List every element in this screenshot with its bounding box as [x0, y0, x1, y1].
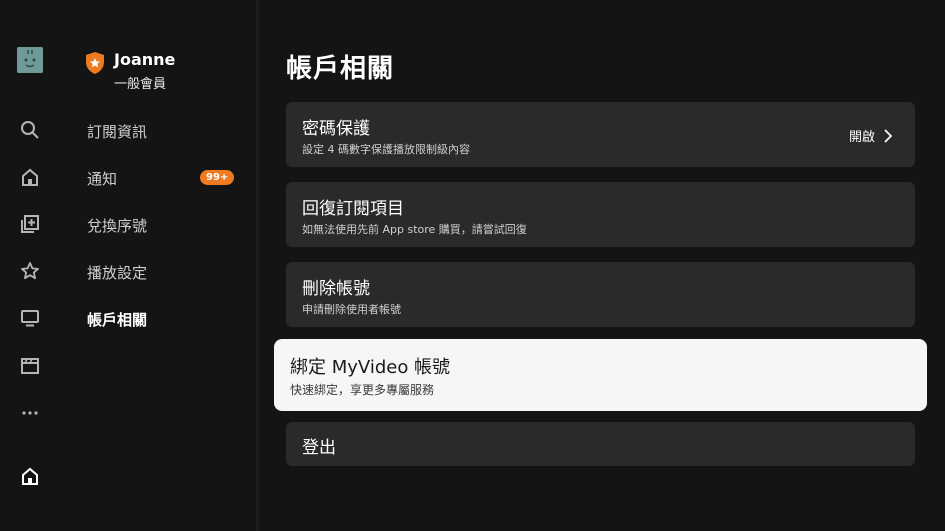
password-protection-action[interactable]: 開啟 [849, 126, 893, 145]
page-title: 帳戶相關 [286, 54, 395, 84]
card-description: 設定 4 碼數字保護播放限制級內容 [302, 143, 470, 156]
menu-item-notifications[interactable]: 通知 [87, 168, 117, 189]
tv-icon[interactable] [17, 305, 43, 331]
link-myvideo-card[interactable]: 綁定 MyVideo 帳號 快速綁定，享更多專屬服務 [274, 339, 927, 411]
card-title: 綁定 MyVideo 帳號 [290, 357, 451, 378]
home-small-icon[interactable] [17, 463, 43, 489]
card-title: 登出 [302, 438, 336, 458]
menu-item-playback-settings[interactable]: 播放設定 [87, 262, 147, 283]
menu-item-account[interactable]: 帳戶相關 [87, 309, 147, 330]
card-description: 快速綁定，享更多專屬服務 [290, 383, 435, 397]
card-description: 申請刪除使用者帳號 [302, 303, 401, 316]
avatar-icon[interactable] [17, 47, 43, 73]
action-label: 開啟 [848, 130, 875, 145]
logout-card[interactable]: 登出 [286, 422, 915, 466]
icon-rail [0, 0, 60, 531]
card-title: 密碼保護 [302, 119, 370, 139]
restore-subscription-card[interactable]: 回復訂閱項目 如無法使用先前 App store 購買，請嘗試回復 [286, 182, 915, 247]
search-icon[interactable] [17, 117, 43, 143]
home-icon[interactable] [17, 164, 43, 190]
menu-item-subscription[interactable]: 訂閱資訊 [87, 121, 147, 142]
star-icon[interactable] [17, 258, 43, 284]
password-protection-card[interactable]: 密碼保護 設定 4 碼數字保護播放限制級內容 開啟 [286, 102, 915, 167]
add-library-icon[interactable] [17, 211, 43, 237]
shield-icon [84, 51, 106, 75]
notification-count-badge: 99+ [200, 170, 235, 185]
menu-item-redeem-code[interactable]: 兌換序號 [87, 215, 147, 236]
more-icon[interactable] [17, 400, 43, 426]
clapperboard-icon[interactable] [17, 352, 43, 378]
user-name: Joanne [114, 50, 176, 69]
card-description: 如無法使用先前 App store 購買，請嘗試回復 [302, 223, 527, 236]
chevron-right-icon [883, 128, 893, 143]
card-title: 回復訂閱項目 [302, 199, 404, 219]
user-tier: 一般會員 [114, 77, 167, 92]
delete-account-card[interactable]: 刪除帳號 申請刪除使用者帳號 [286, 262, 915, 327]
card-title: 刪除帳號 [302, 279, 370, 299]
